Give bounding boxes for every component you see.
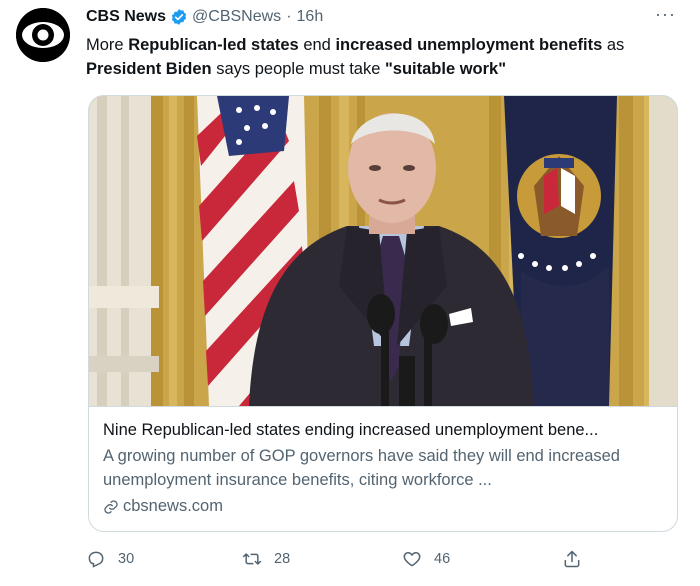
card-domain-text[interactable]: cbsnews.com [123,497,223,516]
tweet-header: CBS News @CBSNews · 16h [86,6,323,28]
retweet-icon [242,553,262,565]
tweet-text-part-0: More [86,36,129,54]
tweet-text-part-7: "suitable work" [384,60,507,78]
verified-badge-icon [171,9,187,25]
more-options-icon[interactable]: ··· [655,4,676,25]
separator-dot: · [286,8,292,25]
retweet-count: 28 [274,551,291,567]
like-count: 46 [434,551,451,567]
link-card[interactable]: Nine Republican-led states ending increa… [88,95,678,532]
tweet-text-part-3: increased unemployment benefits [335,36,603,54]
tweet-text-part-5: President Biden [86,60,212,78]
tweet[interactable]: CBS News @CBSNews · 16h ··· More Republi… [0,0,700,586]
tweet-actions: 30 28 46 [86,546,606,572]
tweet-text-part-2: end [298,36,336,54]
timestamp[interactable]: 16h [297,8,324,26]
cbs-eye-logo-icon [16,8,70,62]
author-name[interactable]: CBS News [86,8,166,26]
tweet-text-part-4: as [602,36,625,54]
reply-button[interactable]: 30 [86,546,134,572]
share-icon [564,550,580,568]
reply-icon [88,551,104,568]
reply-count: 30 [118,551,135,567]
card-body[interactable]: Nine Republican-led states ending increa… [89,406,677,531]
tweet-text: More Republican-led states end increased… [86,33,686,81]
retweet-button[interactable]: 28 [242,546,290,572]
avatar[interactable] [16,8,70,62]
card-domain[interactable]: cbsnews.com [103,497,223,516]
tweet-text-part-6: says people must take [211,60,385,78]
link-icon [104,499,118,514]
like-button[interactable]: 46 [402,546,450,572]
heart-icon [403,552,421,567]
tweet-text-part-1: Republican-led states [128,36,299,54]
card-image[interactable] [89,96,677,406]
card-title[interactable]: Nine Republican-led states ending increa… [103,421,663,440]
card-description[interactable]: A growing number of GOP governors have s… [103,444,663,492]
share-button[interactable] [562,546,594,572]
author-handle[interactable]: @CBSNews [192,8,281,26]
